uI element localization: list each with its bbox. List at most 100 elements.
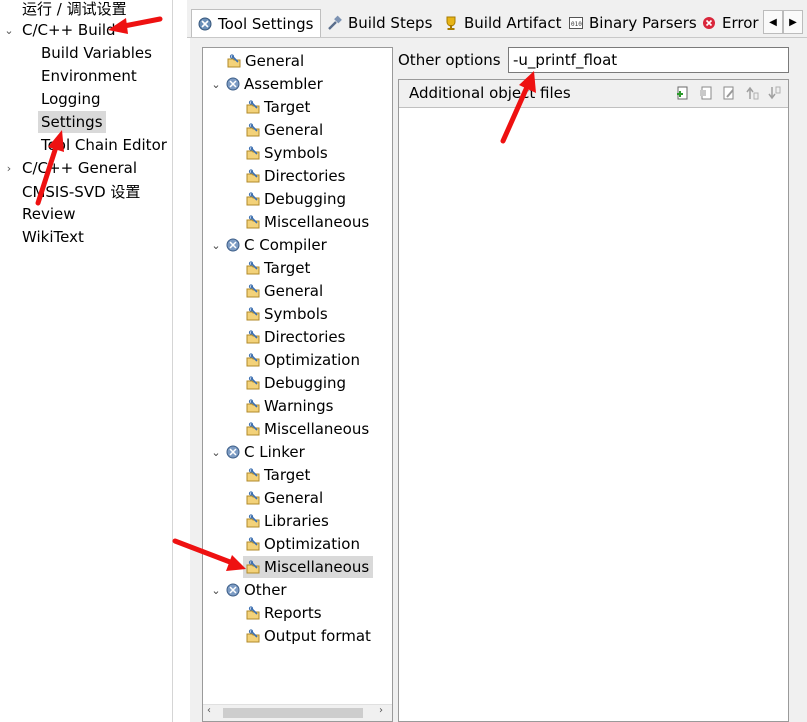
option-page-icon xyxy=(245,559,261,575)
nav-item-label: Tool Chain Editor xyxy=(41,136,167,154)
chevron-down-icon[interactable]: ⌄ xyxy=(209,446,223,459)
nav-item-c-cpp-general[interactable]: › C/C++ General xyxy=(2,157,137,179)
tree-option-page[interactable]: General xyxy=(243,119,323,141)
tree-option-page[interactable]: Debugging xyxy=(243,188,346,210)
tree-tool-node[interactable]: ⌄ C Linker xyxy=(209,441,305,463)
tab-build-artifact[interactable]: Build Artifact xyxy=(438,10,563,36)
move-down-button[interactable] xyxy=(765,84,783,102)
tree-item-label: C Linker xyxy=(244,443,305,461)
tree-option-page[interactable]: Directories xyxy=(243,165,345,187)
tree-option-page[interactable]: Optimization xyxy=(243,533,360,555)
pane-sash[interactable] xyxy=(173,0,187,722)
tree-option-page[interactable]: Debugging xyxy=(243,372,346,394)
tree-tool-node[interactable]: ⌄ Other xyxy=(209,579,286,601)
edit-button[interactable] xyxy=(720,84,738,102)
tree-option-page[interactable]: Libraries xyxy=(243,510,329,532)
chevron-down-icon[interactable]: ⌄ xyxy=(209,584,223,597)
nav-item-cmsis-svd[interactable]: CMSIS-SVD 设置 xyxy=(22,180,140,202)
tab-scroll-left-button[interactable]: ◀ xyxy=(763,10,783,34)
option-page-icon xyxy=(245,306,261,322)
tree-option-page[interactable]: Target xyxy=(243,96,310,118)
scroll-left-icon[interactable]: ‹ xyxy=(207,705,211,716)
tree-option-page[interactable]: General xyxy=(243,280,323,302)
tree-item-label: Miscellaneous xyxy=(264,420,370,438)
nav-item-run-debug[interactable]: 运行 / 调试设置 xyxy=(8,0,127,19)
nav-item-label: WikiText xyxy=(22,228,84,246)
settings-tab-strip: Tool Settings Build Steps Build Artifact… xyxy=(187,0,807,38)
tree-option-page[interactable]: Optimization xyxy=(243,349,360,371)
horizontal-scrollbar[interactable]: ‹ › xyxy=(203,704,392,721)
tree-option-page[interactable]: Target xyxy=(243,464,310,486)
scroll-right-icon[interactable]: › xyxy=(379,705,383,716)
other-options-label: Other options xyxy=(398,51,501,69)
nav-item-tool-chain-editor[interactable]: Tool Chain Editor xyxy=(41,134,167,156)
chevron-down-icon[interactable]: ⌄ xyxy=(2,24,16,37)
trophy-icon xyxy=(443,15,459,31)
nav-item-review[interactable]: Review xyxy=(22,203,76,225)
tree-option-page[interactable]: Directories xyxy=(243,326,345,348)
option-page-icon xyxy=(245,536,261,552)
error-icon xyxy=(701,15,717,31)
tree-option-page[interactable]: Warnings xyxy=(243,395,334,417)
nav-item-environment[interactable]: Environment xyxy=(41,65,137,87)
chevron-down-icon[interactable]: ⌄ xyxy=(209,78,223,91)
option-page-icon xyxy=(245,145,261,161)
option-page-icon xyxy=(245,168,261,184)
other-options-input[interactable] xyxy=(508,47,789,73)
option-page-icon xyxy=(226,53,242,69)
tree-option-page[interactable]: Output format xyxy=(243,625,371,647)
tree-option-page[interactable]: Reports xyxy=(243,602,322,624)
tool-icon xyxy=(225,76,241,92)
tree-item-label: Assembler xyxy=(244,75,323,93)
tab-scroll-right-button[interactable]: ▶ xyxy=(783,10,803,34)
move-up-button[interactable] xyxy=(743,84,761,102)
nav-item-label: Environment xyxy=(41,67,137,85)
chevron-down-icon[interactable]: ⌄ xyxy=(209,239,223,252)
nav-item-label: Build Variables xyxy=(41,44,152,62)
option-page-icon xyxy=(245,283,261,299)
tree-tool-node[interactable]: ⌄ Assembler xyxy=(209,73,323,95)
option-page-icon xyxy=(245,329,261,345)
tree-option-page[interactable]: Symbols xyxy=(243,303,328,325)
tree-item-label: Symbols xyxy=(264,305,328,323)
tab-tool-settings[interactable]: Tool Settings xyxy=(191,9,321,37)
nav-item-label: Settings xyxy=(41,113,103,131)
nav-item-label: 运行 / 调试设置 xyxy=(22,0,127,18)
tree-item-label: Miscellaneous xyxy=(264,213,370,231)
option-page-icon xyxy=(245,191,261,207)
tree-item-label: Output format xyxy=(264,627,371,645)
tree-option-page[interactable]: General xyxy=(243,487,323,509)
nav-item-label: C/C++ Build xyxy=(22,21,116,39)
scrollbar-thumb[interactable] xyxy=(223,708,363,718)
tree-tool-node[interactable]: ⌄ C Compiler xyxy=(209,234,327,256)
svg-text:010: 010 xyxy=(571,21,582,28)
tab-binary-parsers[interactable]: 010 Binary Parsers xyxy=(563,10,697,36)
option-page-icon xyxy=(245,398,261,414)
nav-item-label: Review xyxy=(22,205,76,223)
add-button[interactable] xyxy=(674,84,692,102)
tree-option-page[interactable]: Miscellaneous xyxy=(243,418,369,440)
tree-option-page[interactable]: General xyxy=(224,50,304,72)
tree-option-page[interactable]: Miscellaneous xyxy=(243,211,369,233)
nav-item-settings[interactable]: Settings xyxy=(38,111,106,133)
additional-object-files-list[interactable]: Additional object files xyxy=(398,79,789,722)
tree-option-page[interactable]: Miscellaneous xyxy=(243,556,374,578)
nav-item-build-variables[interactable]: Build Variables xyxy=(41,42,152,64)
tab-build-steps[interactable]: Build Steps xyxy=(322,10,438,36)
nav-item-logging[interactable]: Logging xyxy=(41,88,101,110)
chevron-right-icon[interactable]: › xyxy=(2,162,16,175)
tab-error-parsers[interactable]: Error xyxy=(696,10,766,36)
tree-option-page[interactable]: Symbols xyxy=(243,142,328,164)
tree-item-label: C Compiler xyxy=(244,236,327,254)
add-workspace-button[interactable] xyxy=(697,84,715,102)
move-down-icon xyxy=(768,86,781,100)
tree-item-label: Warnings xyxy=(264,397,334,415)
tree-option-page[interactable]: Target xyxy=(243,257,310,279)
option-page-icon xyxy=(245,375,261,391)
option-page-icon xyxy=(245,214,261,230)
nav-item-c-cpp-build[interactable]: ⌄ C/C++ Build xyxy=(2,19,116,41)
tool-icon xyxy=(225,582,241,598)
nav-item-wikitext[interactable]: WikiText xyxy=(22,226,84,248)
option-page-icon xyxy=(245,260,261,276)
tree-item-label: Target xyxy=(264,98,311,116)
